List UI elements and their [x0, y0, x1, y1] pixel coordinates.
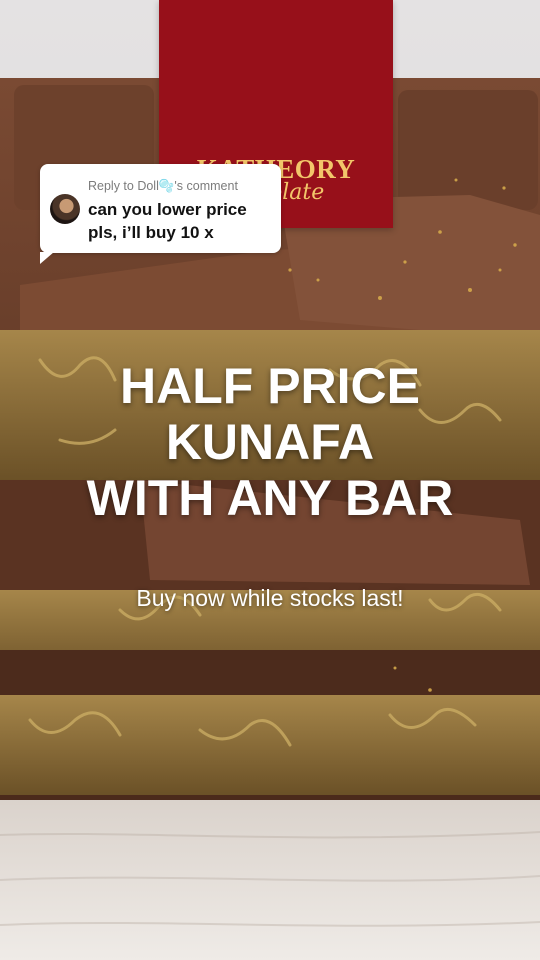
reply-comment-text: can you lower price pls, i’ll buy 10 x — [88, 200, 247, 242]
video-frame: KATHEORY olate Reply to Doll🫧's comment … — [0, 0, 540, 960]
commenter-avatar — [50, 194, 80, 224]
reply-comment-bubble[interactable]: Reply to Doll🫧's comment can you lower p… — [40, 164, 281, 264]
promo-subline: Buy now while stocks last! — [136, 585, 404, 611]
promo-headline: HALF PRICE KUNAFA WITH ANY BAR — [86, 358, 454, 526]
reply-label: Reply to Doll🫧's comment — [88, 179, 238, 193]
